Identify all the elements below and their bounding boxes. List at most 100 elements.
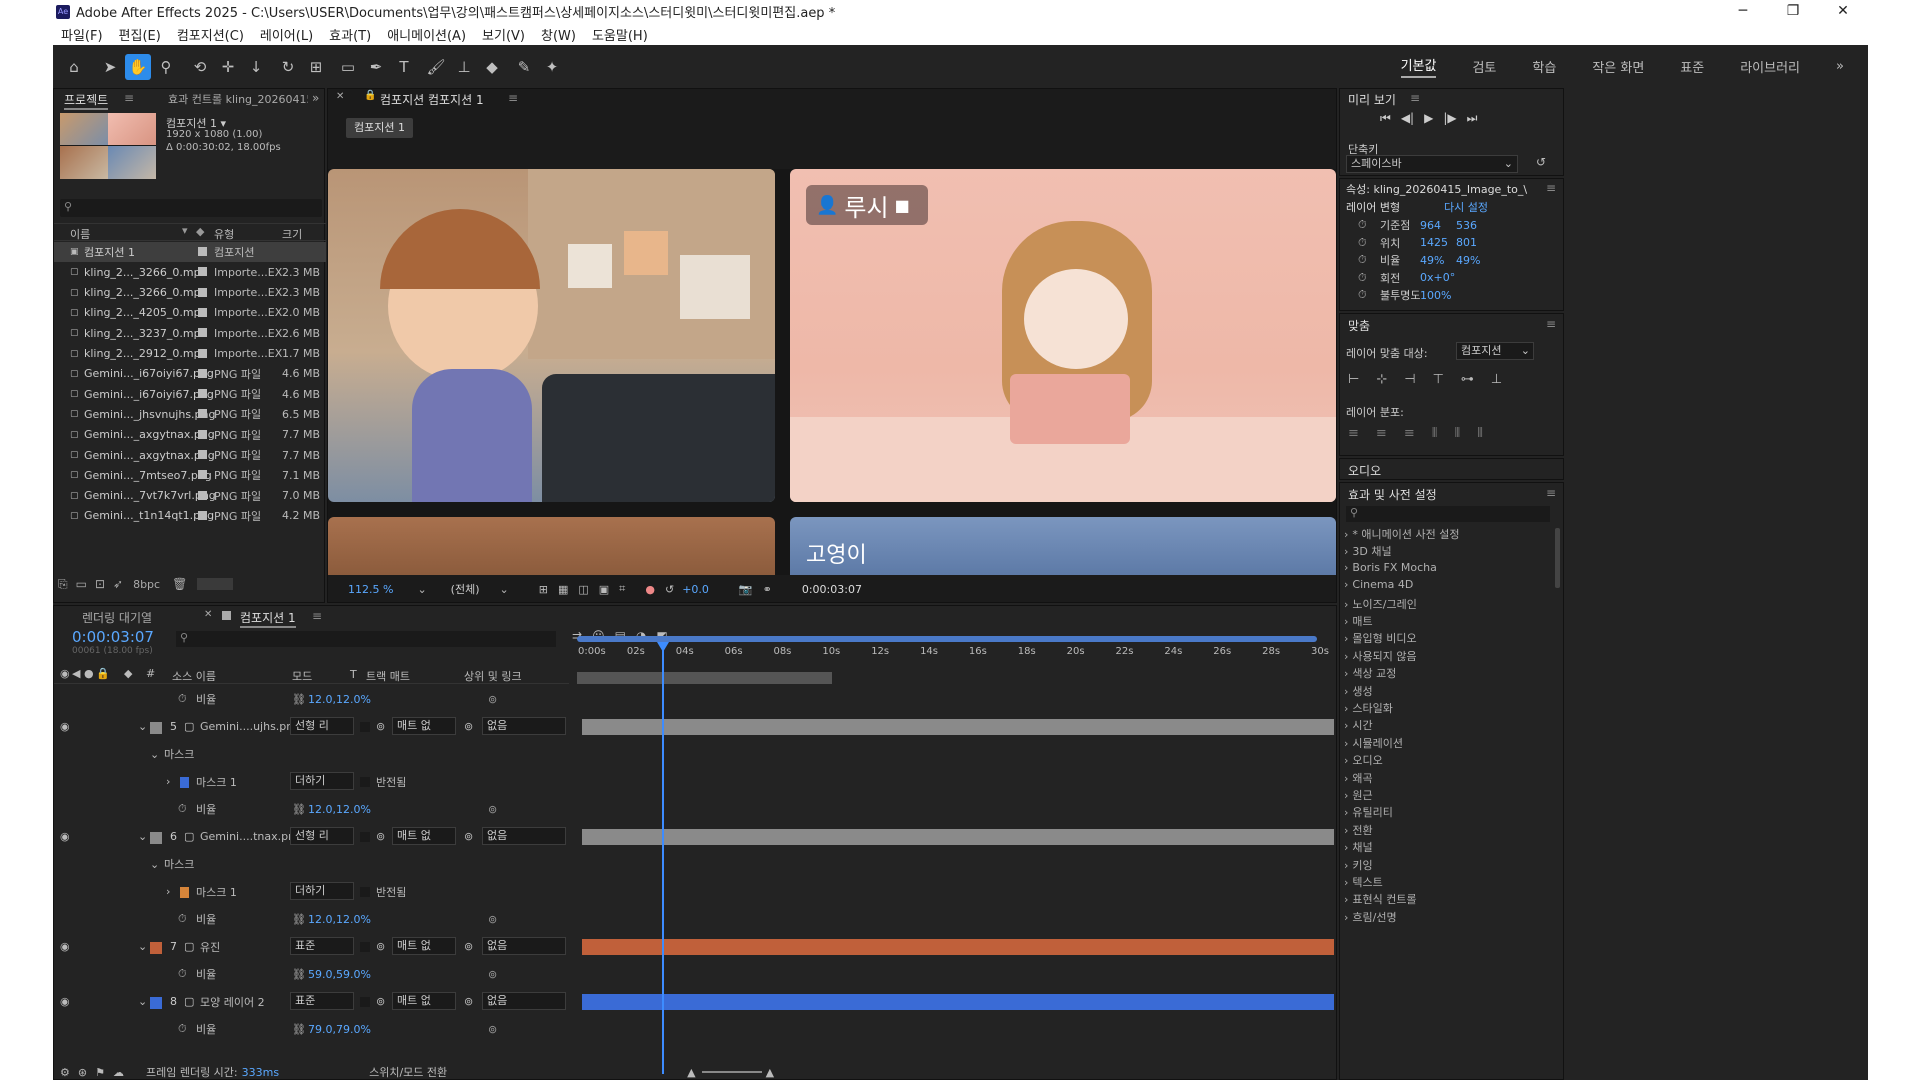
workspace-review[interactable]: 검토 — [1472, 57, 1496, 76]
rectangle-tool-icon[interactable]: ▭ — [335, 54, 361, 80]
current-timecode[interactable]: 0:00:03:07 — [802, 583, 862, 596]
lock-toggle-icon[interactable]: 🔒 — [96, 667, 110, 680]
preserve-transparency-toggle[interactable] — [360, 996, 370, 1007]
effects-category[interactable]: › 3D 채널 — [1344, 543, 1392, 559]
composition-tab[interactable]: 컴포지션 컴포지션 1 — [380, 91, 484, 108]
effects-category[interactable]: › 원근 — [1344, 787, 1373, 803]
transform-value-1[interactable]: 0x+0° — [1420, 271, 1455, 284]
mask-label[interactable]: 마스크 1 — [196, 884, 237, 900]
transform-value-2[interactable]: 801 — [1456, 236, 1477, 249]
effects-category[interactable]: › Boris FX Mocha — [1344, 561, 1437, 574]
header-mode[interactable]: 모드 — [292, 668, 312, 684]
label-color-swatch[interactable] — [198, 368, 207, 378]
property-value[interactable]: 12.0,12.0% — [308, 803, 371, 816]
project-item[interactable]: ▢ Gemini..._7vt7k7vrl.png PNG 파일 7.0 MB — [54, 486, 326, 506]
distribute-left-icon[interactable]: ⦀ — [1432, 426, 1438, 441]
new-comp-icon[interactable]: ⊡ — [95, 577, 105, 591]
menu-animation[interactable]: 애니메이션(A) — [387, 25, 466, 44]
new-folder-icon[interactable]: ▭ — [76, 577, 87, 591]
timeline-zoom-slider[interactable] — [701, 1071, 762, 1073]
project-item[interactable]: ▢ Gemini..._i67oiyi67.png PNG 파일 4.6 MB — [54, 364, 326, 384]
lock-icon[interactable]: 🔒 — [364, 90, 376, 101]
effects-category[interactable]: › 키잉 — [1344, 857, 1373, 873]
label-tag-icon[interactable]: ◆ — [196, 225, 204, 238]
eraser-tool-icon[interactable]: ◆ — [479, 54, 505, 80]
align-left-icon[interactable]: ⊢ — [1348, 372, 1359, 387]
effects-category[interactable]: › 왜곡 — [1344, 770, 1373, 786]
effects-category[interactable]: › 시간 — [1344, 717, 1373, 733]
header-track-matte[interactable]: 트랙 매트 — [366, 668, 410, 684]
transform-value-2[interactable]: 536 — [1456, 219, 1477, 232]
mask-mode-dropdown[interactable]: 더하기 — [290, 771, 354, 790]
preserve-transparency-toggle[interactable] — [360, 831, 370, 842]
parent-pickwhip-icon[interactable]: ⊚ — [464, 995, 473, 1008]
effects-category[interactable]: › 텍스트 — [1344, 874, 1383, 890]
transform-value-2[interactable]: 49% — [1456, 254, 1480, 267]
workspace-standard[interactable]: 표준 — [1680, 57, 1704, 76]
project-item[interactable]: ▢ Gemini..._jhsvnujhs.png PNG 파일 6.5 MB — [54, 404, 326, 424]
parent-dropdown[interactable]: 없음 — [482, 826, 566, 845]
minimize-button[interactable]: ─ — [1718, 0, 1768, 23]
interpret-footage-icon[interactable]: ⎘ — [58, 577, 68, 592]
shortcut-dropdown[interactable]: 스페이스바 ⌄ — [1346, 155, 1518, 173]
bpc-button[interactable]: 8bpc — [133, 578, 160, 591]
preview-title[interactable]: 미리 보기 — [1348, 91, 1396, 108]
close-tab-icon[interactable]: ✕ — [336, 91, 344, 102]
panel-menu-icon[interactable]: ≡ — [124, 91, 134, 105]
stopwatch-icon[interactable]: ⏱ — [1358, 271, 1367, 285]
expand-chevron-icon[interactable]: ⌄ — [138, 830, 147, 843]
close-button[interactable]: ✕ — [1818, 0, 1868, 23]
menu-composition[interactable]: 컴포지션(C) — [177, 25, 244, 44]
home-icon[interactable]: ⌂ — [61, 54, 87, 80]
project-item[interactable]: ▢ kling_2..._3266_0.mp4 Importe...EX 2.3 MB — [54, 283, 326, 303]
constrain-link-icon[interactable]: ⛓ — [292, 693, 306, 706]
effects-category[interactable]: › 흐림/선명 — [1344, 909, 1397, 925]
align-vcenter-icon[interactable]: ⊶ — [1461, 372, 1474, 387]
toggle-render-icon[interactable]: ☁ — [113, 1066, 124, 1079]
align-bottom-icon[interactable]: ⊥ — [1491, 372, 1502, 387]
effects-category[interactable]: › 시뮬레이션 — [1344, 735, 1403, 751]
label-color-swatch[interactable] — [198, 247, 207, 256]
expand-chevron-icon[interactable]: ⌄ — [150, 858, 159, 871]
expand-chevron-icon[interactable]: › — [166, 885, 170, 898]
pen-tool-icon[interactable]: ✒ — [363, 54, 389, 80]
properties-menu-icon[interactable]: ≡ — [1546, 181, 1556, 195]
mask-visibility-icon[interactable]: ◫ — [578, 583, 588, 596]
layer-color-swatch[interactable] — [150, 996, 162, 1009]
audio-title[interactable]: 오디오 — [1348, 462, 1381, 479]
preserve-transparency-toggle[interactable] — [360, 941, 370, 952]
timeline-comp-tab[interactable]: 컴포지션 1 — [240, 609, 296, 628]
parent-pickwhip-icon[interactable]: ⊚ — [464, 940, 473, 953]
comp-breadcrumb[interactable]: 컴포지션 1 — [346, 118, 413, 138]
puppet-pin-icon[interactable]: ✦ — [539, 54, 565, 80]
workspace-small-screen[interactable]: 작은 화면 — [1592, 57, 1644, 76]
blend-mode-dropdown[interactable]: 표준 — [290, 991, 354, 1010]
expand-chevron-icon[interactable]: ⌄ — [150, 748, 159, 761]
project-item[interactable]: ▢ kling_2..._4205_0.mp4 Importe...EX 2.0 MB — [54, 303, 326, 323]
effects-search-input[interactable]: ⚲ — [1346, 506, 1550, 522]
effects-category[interactable]: › 전환 — [1344, 822, 1373, 838]
hand-tool-icon[interactable]: ✋ — [125, 53, 151, 80]
mask-color-swatch[interactable] — [180, 776, 189, 788]
track-matte-dropdown[interactable]: 매트 없 — [392, 936, 456, 955]
blend-mode-dropdown[interactable]: 선형 리 — [290, 716, 354, 735]
resolution-chevron-icon[interactable]: ⌄ — [500, 583, 509, 596]
trash-icon[interactable]: 🗑 — [172, 577, 187, 591]
project-item[interactable]: ▢ Gemini..._axgytnax.png PNG 파일 7.7 MB — [54, 445, 326, 465]
header-parent[interactable]: 상위 및 링크 — [464, 668, 522, 684]
project-item[interactable]: ▢ kling_2..._2912_0.mp4 Importe...EX 1.7 MB — [54, 344, 326, 364]
parent-pickwhip-icon[interactable]: ⊚ — [464, 830, 473, 843]
adjust-icon[interactable]: ➶ — [113, 577, 123, 591]
workspace-more-icon[interactable]: » — [1836, 59, 1844, 74]
solo-toggle-icon[interactable]: ● — [84, 667, 94, 680]
label-color-swatch[interactable] — [198, 389, 207, 399]
layer-color-swatch[interactable] — [150, 941, 162, 954]
project-search-input[interactable]: ⚲ — [60, 199, 322, 217]
effects-category[interactable]: › 노이즈/그레인 — [1344, 596, 1417, 612]
show-snapshot-icon[interactable]: ⚭ — [763, 583, 772, 596]
expand-chevron-icon[interactable]: ⌄ — [138, 720, 147, 733]
constrain-link-icon[interactable]: ⛓ — [292, 803, 306, 816]
prev-frame-icon[interactable]: ◀| — [1401, 111, 1414, 126]
effect-controls-tab[interactable]: 효과 컨트롤 kling_20260415_Im — [168, 91, 308, 107]
next-frame-icon[interactable]: |▶ — [1443, 111, 1456, 126]
